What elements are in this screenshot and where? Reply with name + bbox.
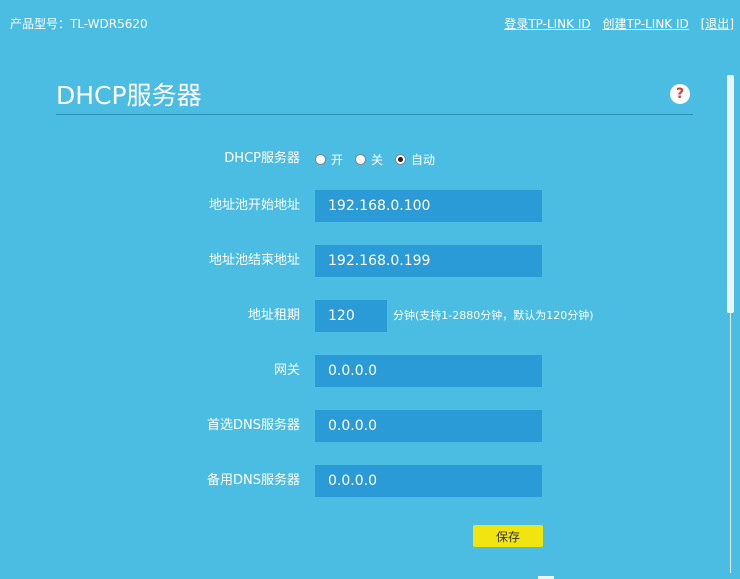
dhcp-radio-off[interactable]: 关 [355,151,383,168]
lease-time-input[interactable] [315,300,387,332]
radio-label-on: 开 [331,152,344,167]
page-title: DHCP服务器 [56,81,202,110]
primary-dns-label: 首选DNS服务器 [207,418,300,433]
pool-start-input[interactable] [315,190,542,222]
row-pool-end: 地址池结束地址 [0,245,740,277]
product-model: 产品型号：TL-WDR5620 [10,17,148,31]
secondary-dns-label: 备用DNS服务器 [207,473,300,488]
row-pool-start: 地址池开始地址 [0,190,740,222]
pool-end-input[interactable] [315,245,542,277]
save-button[interactable]: 保存 [473,525,543,547]
radio-label-auto: 自动 [411,152,436,167]
dhcp-radio-on[interactable]: 开 [315,151,343,168]
logout-wrapper: [退出] [701,17,734,31]
pool-start-label: 地址池开始地址 [208,198,300,213]
top-bar: 产品型号：TL-WDR5620 登录TP-LINK ID 创建TP-LINK I… [0,0,740,40]
row-gateway: 网关 [0,355,740,387]
radio-label-off: 关 [371,152,384,167]
radio-circle-on[interactable] [315,153,326,165]
pool-end-label: 地址池结束地址 [208,253,300,268]
gateway-label: 网关 [273,363,300,378]
logout-link[interactable]: 退出 [705,17,729,31]
radio-circle-auto[interactable] [395,153,407,165]
help-icon[interactable]: ? [670,84,690,104]
lease-time-hint: 分钟(支持1-2880分钟，默认为120分钟) [393,309,594,322]
logout-bracket-close: ] [729,17,734,31]
create-tplink-id-link[interactable]: 创建TP-LINK ID [602,17,688,31]
lease-time-label: 地址租期 [247,308,300,323]
secondary-dns-input[interactable] [315,465,542,497]
row-lease-time: 地址租期 分钟(支持1-2880分钟，默认为120分钟) [0,300,740,332]
row-dhcp-server: DHCP服务器 开 关 自动 [0,143,740,175]
login-tplink-id-link[interactable]: 登录TP-LINK ID [504,17,590,31]
radio-circle-off[interactable] [355,153,367,165]
dhcp-mode-radio-group: 开 关 自动 [315,143,447,175]
gateway-input[interactable] [315,355,542,387]
primary-dns-input[interactable] [315,410,542,442]
account-links: 登录TP-LINK ID 创建TP-LINK ID [退出] [496,15,734,32]
dhcp-radio-auto[interactable]: 自动 [395,151,435,168]
row-secondary-dns: 备用DNS服务器 [0,465,740,497]
title-divider [56,114,693,115]
row-primary-dns: 首选DNS服务器 [0,410,740,442]
dhcp-server-label: DHCP服务器 [224,151,300,166]
